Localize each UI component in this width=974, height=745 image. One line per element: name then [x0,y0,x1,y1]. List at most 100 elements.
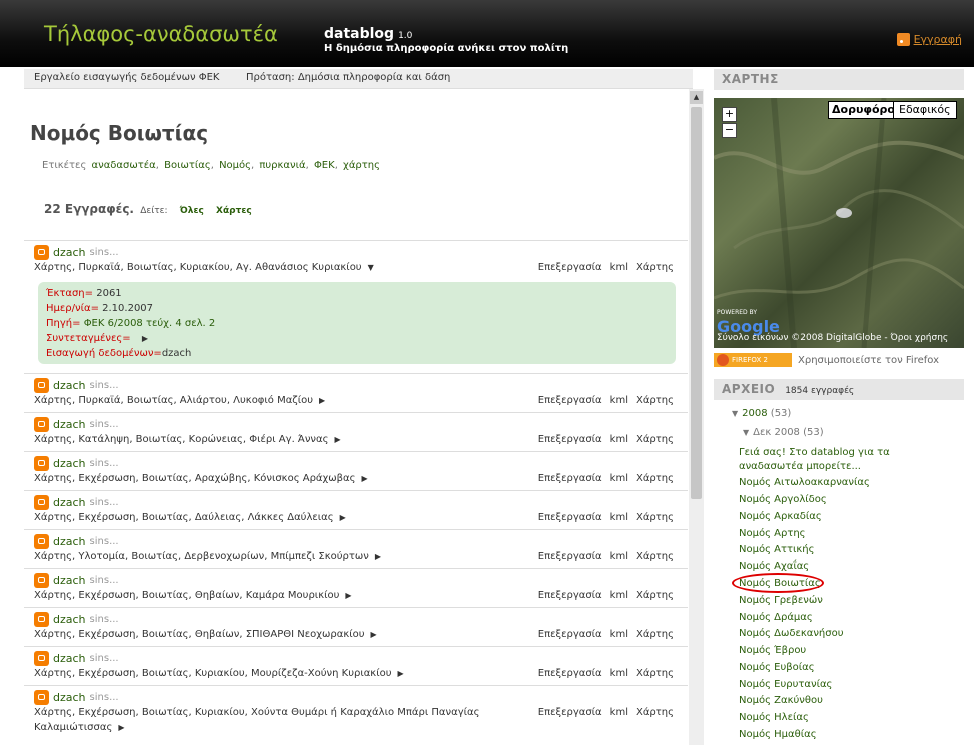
kml-link[interactable]: kml [610,551,628,562]
archive-intro[interactable]: Γειά σας! Στο datablog για τα αναδασωτέα… [739,446,929,474]
author-link[interactable]: dzach [53,652,86,665]
archive-month[interactable]: ▼ Δεκ 2008 (53) [743,427,824,438]
author-link[interactable]: dzach [53,574,86,587]
main-scrollbar[interactable]: ▲ [689,89,704,745]
firefox-badge[interactable]: FIREFOX 2 [714,353,792,367]
archive-link[interactable]: Νομός Ευβοίας [739,662,815,673]
kml-link[interactable]: kml [610,262,628,273]
edit-link[interactable]: Επεξεργασία [538,668,602,679]
kml-link[interactable]: kml [610,707,628,718]
expand-arrow-icon[interactable]: ▶ [397,669,403,678]
archive-item[interactable]: Νομός Ζακύνθου [739,695,823,706]
archive-link[interactable]: Νομός Αρτης [739,528,806,539]
map-link[interactable]: Χάρτης [636,707,674,718]
edit-link[interactable]: Επεξεργασία [538,590,602,601]
author-link[interactable]: dzach [53,418,86,431]
year-link[interactable]: 2008 [742,408,767,419]
expand-arrow-icon[interactable]: ▶ [375,552,381,561]
archive-item[interactable]: Νομός Δράμας [739,612,813,623]
archive-link[interactable]: Νομός Ημαθίας [739,729,817,740]
view-maps-link[interactable]: Χάρτες [216,206,252,216]
archive-link[interactable]: Νομός Γρεβενών [739,595,823,606]
map-link[interactable]: Χάρτης [636,629,674,640]
archive-item[interactable]: Νομός Αχαΐας [739,561,809,572]
archive-link[interactable]: Νομός Ηλείας [739,712,809,723]
expand-arrow-icon[interactable]: ▶ [371,630,377,639]
archive-link[interactable]: Νομός Έβρου [739,645,806,656]
archive-item[interactable]: Νομός Αιτωλοακαρνανίας [739,477,870,488]
archive-item[interactable]: Νομός Αρκαδίας [739,511,822,522]
expand-triangle-icon[interactable]: ▼ [732,409,738,418]
expand-triangle-icon[interactable]: ▼ [743,428,749,437]
archive-item[interactable]: Νομός Ευρυτανίας [739,679,832,690]
author-link[interactable]: dzach [53,496,86,509]
archive-link[interactable]: Νομός Ευρυτανίας [739,679,832,690]
archive-link[interactable]: Νομός Δωδεκανήσου [739,628,844,639]
expand-arrow-icon[interactable]: ▶ [118,723,124,732]
archive-link[interactable]: Νομός Δράμας [739,612,813,623]
map-link[interactable]: Χάρτης [636,473,674,484]
brand[interactable]: datablog 1.0 [324,26,412,42]
scroll-up-arrow-icon[interactable]: ▲ [690,91,703,104]
map-link[interactable]: Χάρτης [636,395,674,406]
site-title[interactable]: Τήλαφος-αναδασωτέα [44,22,278,46]
author-link[interactable]: dzach [53,613,86,626]
author-link[interactable]: dzach [53,379,86,392]
scrollbar-thumb[interactable] [691,107,702,499]
map-link[interactable]: Χάρτης [636,590,674,601]
kml-link[interactable]: kml [610,395,628,406]
archive-link[interactable]: Νομός Αρκαδίας [739,511,822,522]
satellite-map[interactable]: + − Δορυφόρος Εδαφικός POWERED BY Google… [714,98,964,348]
subscribe-link[interactable]: Εγγραφή [896,33,962,46]
kml-link[interactable]: kml [610,434,628,445]
map-link[interactable]: Χάρτης [636,551,674,562]
map-link[interactable]: Χάρτης [636,512,674,523]
kml-link[interactable]: kml [610,512,628,523]
archive-item[interactable]: Νομός Έβρου [739,645,806,656]
archive-link[interactable]: Νομός Αιτωλοακαρνανίας [739,477,870,488]
archive-item[interactable]: Νομός Ημαθίας [739,729,817,740]
archive-year[interactable]: ▼ 2008 (53) [732,408,791,419]
label-link[interactable]: Νομός [219,160,251,171]
proposal-link[interactable]: Πρόταση: Δημόσια πληροφορία και δάση [246,72,450,83]
expand-arrow-icon[interactable]: ▶ [334,435,340,444]
zoom-out-button[interactable]: − [722,123,737,138]
expand-arrow-icon[interactable]: ▶ [340,513,346,522]
expand-arrow-icon[interactable]: ▶ [319,396,325,405]
kml-link[interactable]: kml [610,590,628,601]
archive-item[interactable]: Νομός Γρεβενών [739,595,823,606]
source-link[interactable]: ΦΕΚ 6/2008 τεύχ. 4 σελ. 2 [84,318,216,329]
firefox-promo[interactable]: FIREFOX 2 Χρησιμοποιείστε τον Firefox [714,353,939,367]
kml-link[interactable]: kml [610,473,628,484]
map-link[interactable]: Χάρτης [636,434,674,445]
author-link[interactable]: dzach [53,246,86,259]
edit-link[interactable]: Επεξεργασία [538,707,602,718]
author-link[interactable]: dzach [53,457,86,470]
archive-item[interactable]: Νομός Αττικής [739,544,815,555]
kml-link[interactable]: kml [610,629,628,640]
label-link[interactable]: πυρκανιά [259,160,305,171]
collapse-arrow-icon[interactable]: ▼ [368,263,374,272]
map-link[interactable]: Χάρτης [636,668,674,679]
terrain-button[interactable]: Εδαφικός [893,101,957,119]
expand-arrow-icon[interactable]: ▶ [362,474,368,483]
label-link[interactable]: Βοιωτίας [164,160,211,171]
edit-link[interactable]: Επεξεργασία [538,434,602,445]
zoom-in-button[interactable]: + [722,107,737,122]
author-link[interactable]: dzach [53,535,86,548]
archive-item[interactable]: Νομός Ευβοίας [739,662,815,673]
archive-item[interactable]: Νομός Δωδεκανήσου [739,628,844,639]
edit-link[interactable]: Επεξεργασία [538,551,602,562]
intro-link[interactable]: Γειά σας! Στο datablog για τα αναδασωτέα… [739,447,890,472]
edit-link[interactable]: Επεξεργασία [538,629,602,640]
map-credit[interactable]: Σύνολο εικόνων ©2008 DigitalGlobe - Όροι… [717,333,948,343]
edit-link[interactable]: Επεξεργασία [538,262,602,273]
view-all-link[interactable]: Όλες [180,206,204,216]
archive-link[interactable]: Νομός Ζακύνθου [739,695,823,706]
archive-link[interactable]: Νομός Αττικής [739,544,815,555]
archive-item[interactable]: Νομός Αργολίδος [739,494,827,505]
edit-link[interactable]: Επεξεργασία [538,395,602,406]
month-link[interactable]: Δεκ 2008 [753,427,800,438]
author-link[interactable]: dzach [53,691,86,704]
expand-arrow-icon[interactable]: ▶ [142,334,148,343]
